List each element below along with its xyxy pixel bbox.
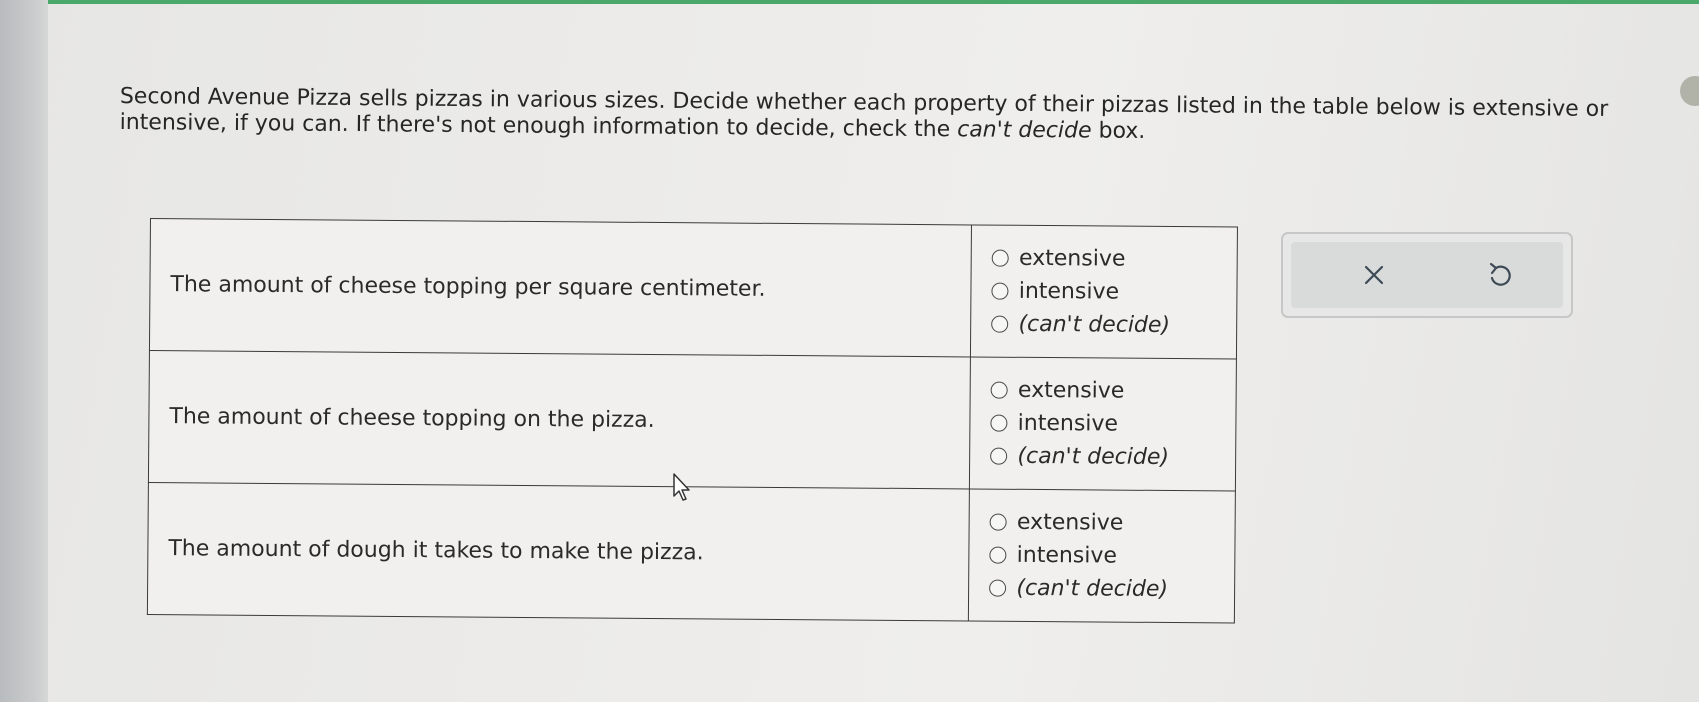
table-row: The amount of cheese topping per square … <box>149 218 1238 360</box>
option-label: (can't decide) <box>1018 311 1171 339</box>
option-label: extensive <box>1016 509 1124 536</box>
options-cell: extensive intensive (can't decide) <box>969 356 1237 492</box>
table-row: The amount of dough it takes to make the… <box>147 482 1236 624</box>
option-label: intensive <box>1018 278 1120 305</box>
prompt-line-2-end: box. <box>1091 118 1146 144</box>
radio-button[interactable] <box>989 546 1007 564</box>
option-cant-decide[interactable]: (can't decide) <box>989 572 1233 607</box>
radio-button[interactable] <box>989 513 1008 531</box>
option-extensive[interactable]: extensive <box>991 242 1236 277</box>
radio-button[interactable] <box>990 414 1008 432</box>
property-table: The amount of cheese topping per square … <box>146 218 1238 624</box>
options-cell: extensive intensive (can't decide) <box>968 488 1236 624</box>
option-intensive[interactable]: intensive <box>989 539 1234 574</box>
left-edge <box>0 0 48 702</box>
option-cant-decide[interactable]: (can't decide) <box>990 440 1234 475</box>
radio-button[interactable] <box>990 381 1009 399</box>
property-text: The amount of dough it takes to make the… <box>147 482 970 621</box>
option-label: extensive <box>1018 245 1126 272</box>
radio-button[interactable] <box>991 282 1009 300</box>
option-label: extensive <box>1017 377 1125 404</box>
option-intensive[interactable]: intensive <box>991 275 1236 310</box>
option-label: intensive <box>1016 542 1118 569</box>
close-icon <box>1364 265 1384 285</box>
answer-actions-inner <box>1291 242 1563 308</box>
option-cant-decide[interactable]: (can't decide) <box>991 308 1235 343</box>
option-extensive[interactable]: extensive <box>990 374 1235 409</box>
property-text: The amount of cheese topping on the pizz… <box>148 350 971 489</box>
option-label: (can't decide) <box>1016 575 1169 603</box>
option-intensive[interactable]: intensive <box>990 407 1235 442</box>
radio-button[interactable] <box>991 315 1009 333</box>
undo-button[interactable] <box>1475 252 1525 298</box>
side-handle[interactable] <box>1680 76 1699 106</box>
property-text: The amount of cheese topping per square … <box>149 218 972 357</box>
prompt-emphasis: can't decide <box>957 117 1092 144</box>
question-prompt: Second Avenue Pizza sells pizzas in vari… <box>120 84 1640 149</box>
option-extensive[interactable]: extensive <box>989 506 1234 541</box>
option-label: intensive <box>1017 410 1119 437</box>
table-row: The amount of cheese topping on the pizz… <box>148 350 1237 492</box>
top-accent-bar <box>0 0 1699 4</box>
option-label: (can't decide) <box>1017 443 1170 471</box>
radio-button[interactable] <box>989 579 1007 597</box>
mouse-pointer-icon <box>673 473 690 501</box>
clear-button[interactable] <box>1349 252 1399 298</box>
radio-button[interactable] <box>991 249 1010 267</box>
answer-actions-panel <box>1281 232 1573 318</box>
undo-icon <box>1489 262 1511 286</box>
options-cell: extensive intensive (can't decide) <box>970 224 1238 360</box>
radio-button[interactable] <box>990 447 1008 465</box>
